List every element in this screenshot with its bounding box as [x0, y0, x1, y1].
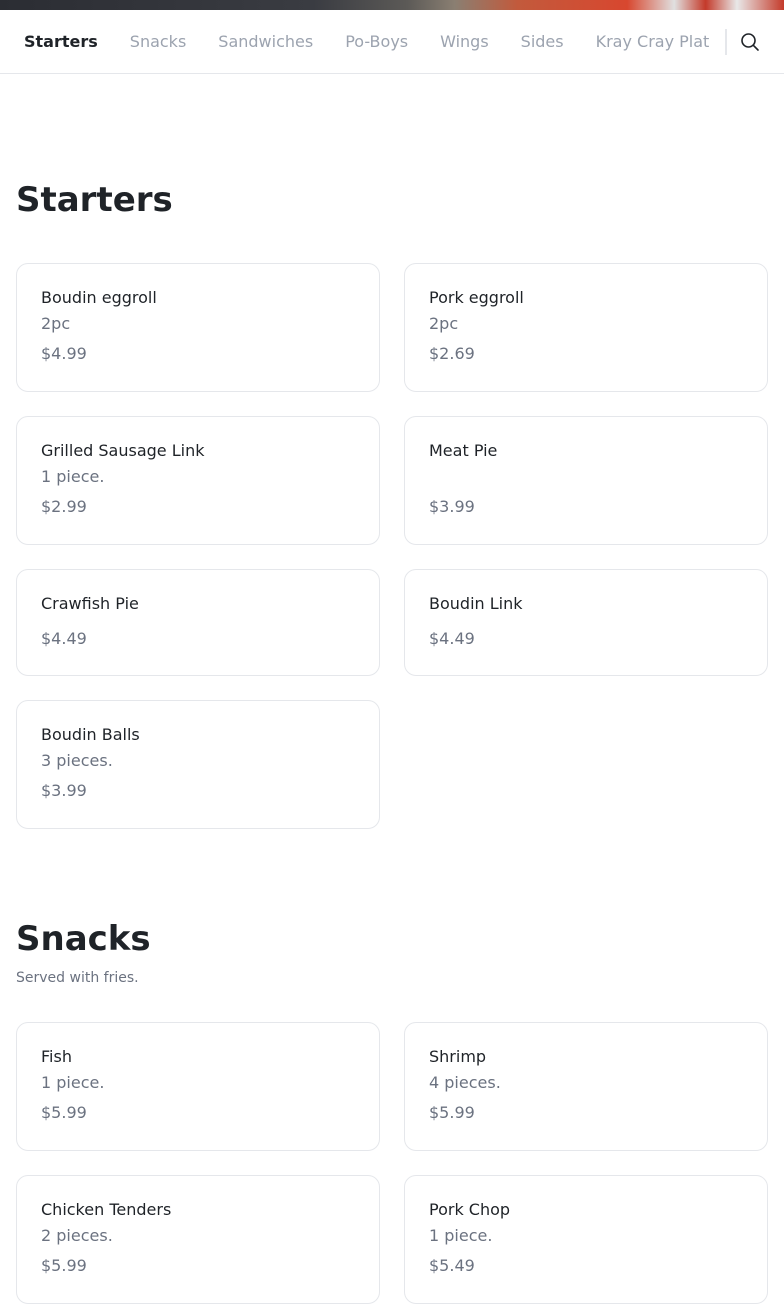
tab-po-boys[interactable]: Po-Boys [345, 32, 408, 52]
menu-item-card[interactable]: Meat Pie $3.99 [404, 416, 768, 545]
menu-item-card[interactable]: Boudin Balls 3 pieces. $3.99 [16, 700, 380, 829]
item-description: 1 piece. [41, 1073, 105, 1092]
menu-item-card[interactable]: Chicken Tenders 2 pieces. $5.99 [16, 1175, 380, 1304]
item-name: Crawfish Pie [41, 594, 139, 613]
nav-divider [725, 29, 727, 55]
item-price: $2.69 [429, 344, 475, 363]
item-name: Grilled Sausage Link [41, 441, 205, 460]
item-description: 2 pieces. [41, 1226, 113, 1245]
tab-starters[interactable]: Starters [24, 32, 98, 52]
menu-item-card[interactable]: Boudin Link $4.49 [404, 569, 768, 676]
item-name: Boudin Link [429, 594, 523, 613]
tab-sides[interactable]: Sides [521, 32, 564, 52]
section-title: Snacks [16, 919, 151, 959]
item-name: Meat Pie [429, 441, 498, 460]
item-price: $5.99 [41, 1256, 87, 1275]
item-price: $2.99 [41, 497, 87, 516]
menu-item-card[interactable]: Shrimp 4 pieces. $5.99 [404, 1022, 768, 1151]
tab-sandwiches[interactable]: Sandwiches [218, 32, 313, 52]
item-price: $5.99 [429, 1103, 475, 1122]
tab-kray-cray-plat[interactable]: Kray Cray Plat [596, 32, 710, 52]
menu-item-card[interactable]: Fish 1 piece. $5.99 [16, 1022, 380, 1151]
menu-item-card[interactable]: Boudin eggroll 2pc $4.99 [16, 263, 380, 392]
item-price: $4.49 [41, 629, 87, 648]
section-title: Starters [16, 180, 173, 220]
item-price: $3.99 [429, 497, 475, 516]
item-name: Boudin Balls [41, 725, 140, 744]
category-nav: Starters Snacks Sandwiches Po-Boys Wings… [0, 10, 784, 74]
item-description: 1 piece. [41, 467, 105, 486]
item-description: 2pc [41, 314, 71, 333]
item-description: 3 pieces. [41, 751, 113, 770]
item-description: 1 piece. [429, 1226, 493, 1245]
item-name: Shrimp [429, 1047, 487, 1066]
item-description: 2pc [429, 314, 459, 333]
item-name: Boudin eggroll [41, 288, 157, 307]
menu-item-card[interactable]: Pork eggroll 2pc $2.69 [404, 263, 768, 392]
item-name: Fish [41, 1047, 72, 1066]
item-price: $5.99 [41, 1103, 87, 1122]
menu-item-card[interactable]: Crawfish Pie $4.49 [16, 569, 380, 676]
hero-image-strip [0, 0, 784, 10]
item-name: Pork eggroll [429, 288, 524, 307]
item-price: $5.49 [429, 1256, 475, 1275]
section-starters: Starters [16, 180, 768, 220]
item-price: $3.99 [41, 781, 87, 800]
item-price: $4.49 [429, 629, 475, 648]
tab-snacks[interactable]: Snacks [130, 32, 187, 52]
item-description: 4 pieces. [429, 1073, 501, 1092]
section-snacks: Snacks Served with fries. [16, 919, 768, 987]
item-name: Pork Chop [429, 1200, 511, 1219]
search-icon[interactable] [739, 31, 761, 53]
item-price: $4.99 [41, 344, 87, 363]
tab-wings[interactable]: Wings [440, 32, 489, 52]
item-name: Chicken Tenders [41, 1200, 172, 1219]
menu-item-card[interactable]: Pork Chop 1 piece. $5.49 [404, 1175, 768, 1304]
category-tabs: Starters Snacks Sandwiches Po-Boys Wings… [0, 10, 725, 73]
section-subtitle: Served with fries. [16, 970, 139, 986]
menu-item-card[interactable]: Grilled Sausage Link 1 piece. $2.99 [16, 416, 380, 545]
